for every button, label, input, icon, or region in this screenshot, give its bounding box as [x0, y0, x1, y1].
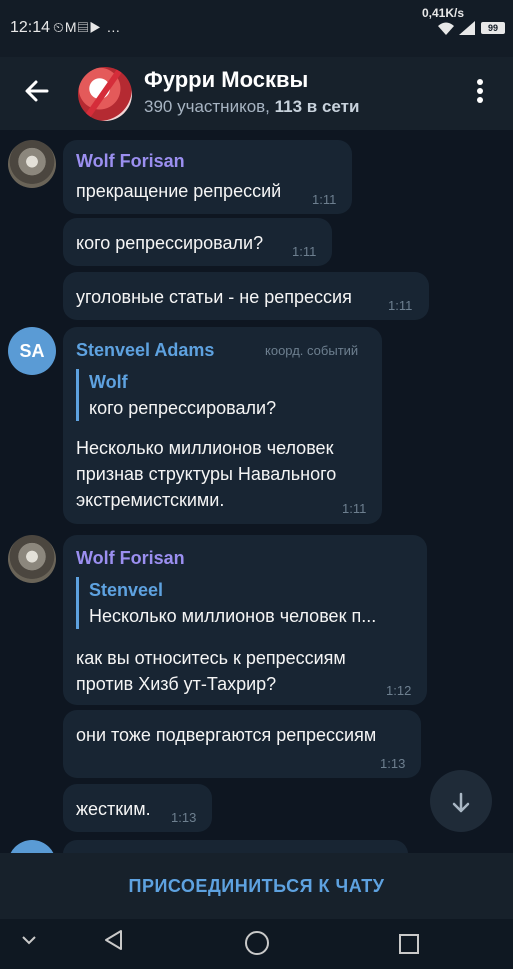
message-time: 1:11 — [342, 501, 367, 516]
reply-quote[interactable]: Stenveel Несколько миллионов человек п..… — [76, 577, 414, 629]
message-bubble[interactable]: они тоже подвергаются репрессиям 1:13 — [63, 710, 421, 778]
message-sender[interactable]: Wolf Forisan — [76, 151, 185, 172]
user-avatar-partial[interactable] — [8, 840, 56, 853]
wifi-icon — [437, 22, 455, 39]
message-time: 1:13 — [171, 810, 197, 825]
quote-text: Несколько миллионов человек п... — [89, 606, 377, 626]
message-text: жестким. — [76, 799, 151, 819]
back-arrow-icon[interactable] — [20, 77, 54, 111]
message-text-line: против Хизб ут-Тахрир? — [76, 674, 277, 694]
message-text: прекращение репрессий — [76, 181, 282, 201]
status-time: 12:14 — [10, 19, 51, 36]
message-time: 1:11 — [388, 298, 413, 313]
signal-icon — [458, 20, 476, 39]
message-text: уголовные статьи - не репрессия — [76, 287, 352, 307]
nav-back-icon[interactable] — [103, 929, 123, 957]
wolf-avatar[interactable] — [8, 140, 56, 188]
join-bar: ПРИСОЕДИНИТЬСЯ К ЧАТУ — [0, 853, 513, 919]
chevron-down-icon[interactable] — [20, 931, 38, 952]
quote-sender: Wolf — [89, 372, 128, 392]
join-chat-button[interactable]: ПРИСОЕДИНИТЬСЯ К ЧАТУ — [0, 853, 513, 919]
system-nav-bar — [0, 919, 513, 969]
admin-title: коорд. событий — [265, 343, 359, 358]
message-bubble[interactable]: кого репрессировали? 1:11 — [63, 218, 332, 266]
message-text: они тоже подвергаются репрессиям — [76, 725, 377, 745]
online-count: 113 в сети — [274, 97, 360, 116]
message-time: 1:12 — [386, 683, 412, 698]
nav-recent-icon[interactable] — [399, 934, 419, 954]
message-sender[interactable]: Stenveel Adams — [76, 340, 214, 361]
reply-quote[interactable]: Wolf кого репрессировали? — [76, 369, 369, 421]
message-bubble[interactable]: Wolf Forisan Stenveel Несколько миллионо… — [63, 535, 427, 705]
members-count: 390 участников, — [144, 97, 270, 116]
notification-icons: ⏲M▤▶ … — [53, 19, 122, 35]
chat-title[interactable]: Фурри Москвы — [144, 67, 308, 93]
message-time: 1:11 — [312, 192, 337, 207]
quote-sender: Stenveel — [89, 580, 164, 600]
message-list[interactable]: Wolf Forisan прекращение репрессий 1:11 … — [0, 130, 513, 853]
nav-home-icon[interactable] — [245, 931, 269, 955]
message-time: 1:13 — [380, 756, 406, 771]
message-text-line: экстремистскими. — [76, 490, 225, 510]
chat-avatar[interactable] — [78, 67, 132, 121]
battery-icon: 99 — [481, 22, 505, 34]
message-bubble[interactable]: Stenveel Adams коорд. событий Wolf кого … — [63, 327, 382, 524]
user-avatar[interactable]: SA — [8, 327, 56, 375]
message-bubble-partial[interactable] — [63, 840, 408, 853]
message-text-line: признав структуры Навального — [76, 464, 337, 484]
message-bubble[interactable]: Wolf Forisan прекращение репрессий 1:11 — [63, 140, 352, 214]
wolf-avatar[interactable] — [8, 535, 56, 583]
message-sender[interactable]: Wolf Forisan — [76, 548, 185, 569]
message-time: 1:11 — [292, 244, 317, 259]
more-vertical-icon[interactable] — [470, 77, 490, 109]
quote-text: кого репрессировали? — [89, 398, 277, 418]
chat-header: Фурри Москвы 390 участников, 113 в сети — [0, 57, 513, 130]
scroll-down-button[interactable] — [430, 770, 492, 832]
message-bubble[interactable]: уголовные статьи - не репрессия 1:11 — [63, 272, 429, 320]
message-bubble[interactable]: жестким. 1:13 — [63, 784, 212, 832]
network-speed: 0,41K/s — [422, 6, 465, 20]
message-text: кого репрессировали? — [76, 233, 264, 253]
message-text-line: как вы относитесь к репрессиям — [76, 648, 346, 668]
chat-subtitle: 390 участников, 113 в сети — [144, 97, 359, 117]
message-text-line: Несколько миллионов человек — [76, 438, 334, 458]
status-bar: 12:14 ⏲M▤▶ … 0,41K/s 99 — [0, 0, 513, 57]
